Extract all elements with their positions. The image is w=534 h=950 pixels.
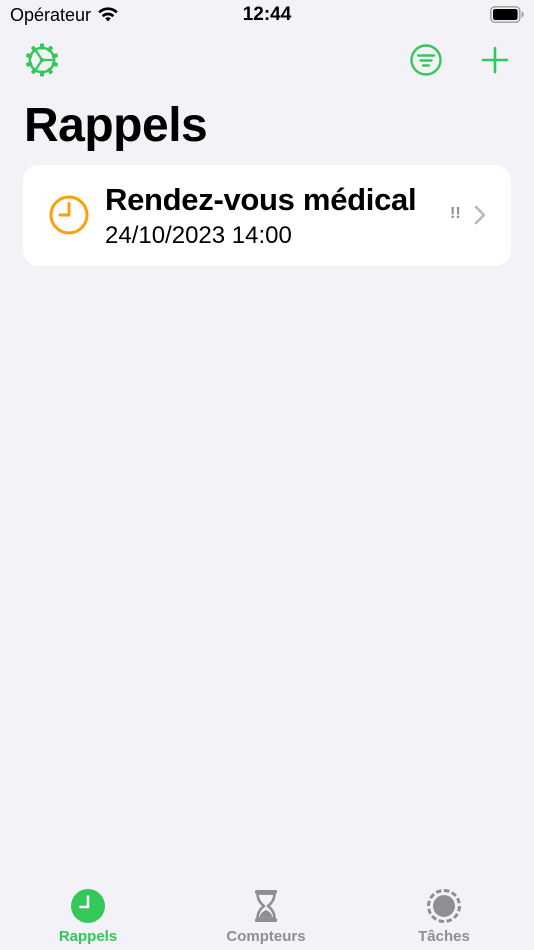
tab-bar: Rappels Compteurs Tâches — [0, 878, 534, 950]
reminder-title: Rendez-vous médical — [105, 182, 417, 217]
tab-reminders-label: Rappels — [58, 928, 118, 945]
reminder-row[interactable]: Rendez-vous médical 24/10/2023 14:00 !! — [23, 165, 511, 266]
status-time: 12:44 — [242, 4, 292, 25]
tab-tasks-label: Tâches — [418, 928, 470, 945]
hourglass-icon — [255, 890, 277, 922]
circle-dashed-icon — [427, 889, 461, 923]
settings-gear-icon[interactable] — [24, 42, 60, 78]
reminder-datetime: 24/10/2023 14:00 — [105, 222, 292, 249]
priority-indicator: !! — [450, 205, 461, 222]
battery-icon — [490, 6, 524, 23]
tab-counters-label: Compteurs — [226, 928, 306, 945]
status-bar: Opérateur 12:44 — [0, 0, 534, 32]
tab-reminders[interactable]: Rappels — [13, 888, 163, 950]
add-plus-icon[interactable] — [477, 42, 513, 78]
tab-tasks[interactable]: Tâches — [369, 888, 519, 950]
chevron-right-icon — [474, 205, 486, 225]
clock-icon — [49, 195, 89, 235]
filter-icon[interactable] — [408, 42, 444, 78]
clock-icon — [71, 889, 105, 923]
tab-counters[interactable]: Compteurs — [191, 888, 341, 950]
page-title: Rappels — [24, 99, 208, 152]
reminders-screen: Opérateur 12:44 Rappels Rendez-vous médi… — [0, 0, 534, 950]
